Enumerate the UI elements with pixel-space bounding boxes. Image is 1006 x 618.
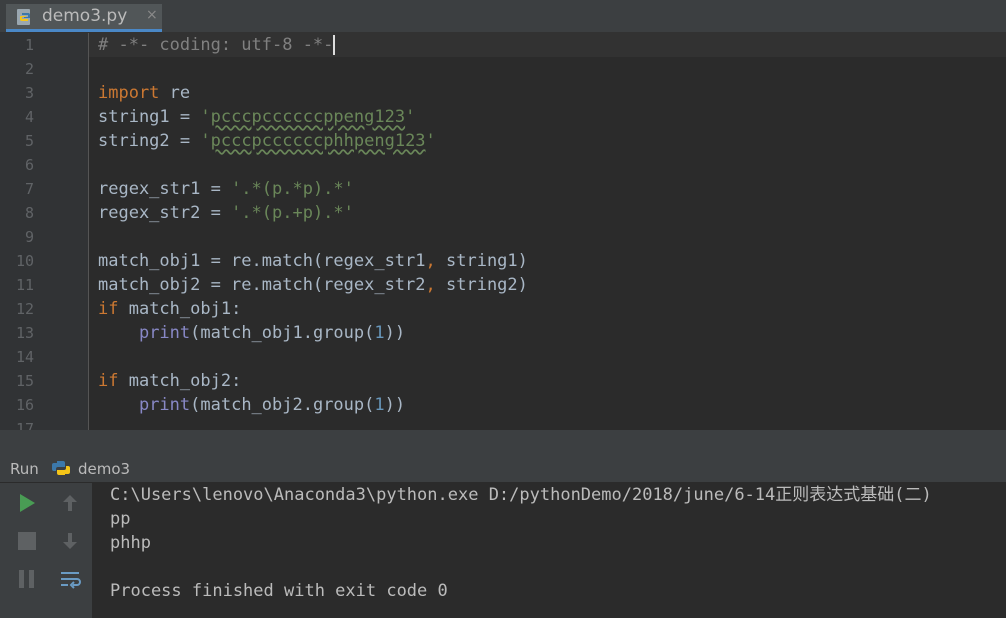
editor-tab-bar: demo3.py × [0, 0, 1006, 33]
code-line: # -*- coding: utf-8 -*- [98, 33, 336, 57]
console-line: C:\Users\lenovo\Anaconda3\python.exe D:/… [110, 485, 932, 505]
line-number: 9 [24, 228, 34, 246]
code-token: # -*- coding: utf-8 -*- [98, 35, 334, 55]
code-line: regex_str2 = '.*(p.+p).*' [98, 201, 354, 225]
code-token: regex_str1 = [98, 179, 232, 199]
python-file-icon [17, 9, 30, 25]
close-tab-icon[interactable]: × [146, 7, 158, 23]
code-token: '.*(p.+p).*' [231, 203, 354, 223]
console-line: phhp [110, 533, 151, 553]
line-number: 14 [15, 348, 34, 366]
line-number: 10 [15, 252, 34, 270]
scroll-up-arrow-icon[interactable] [58, 491, 82, 515]
console-line: Process finished with exit code 0 [110, 581, 448, 601]
code-token: 1 [374, 395, 385, 415]
code-token: , [425, 251, 436, 271]
code-token: match_obj2: [118, 371, 242, 391]
panel-divider [0, 430, 1006, 456]
code-token: '.*(p.*p).*' [231, 179, 354, 199]
code-token: pcccpccccccppeng123 [210, 107, 406, 127]
scroll-down-arrow-icon[interactable] [58, 529, 82, 553]
text-caret [333, 35, 336, 55]
pause-icon[interactable] [15, 567, 39, 591]
tab-title: demo3.py [42, 6, 128, 26]
code-token: 1 [374, 323, 385, 343]
code-token: string1) [435, 251, 528, 271]
code-token: , [425, 275, 436, 295]
line-number: 15 [15, 372, 34, 390]
code-token: pcccpccccccphhpeng123 [210, 131, 426, 151]
line-number: 8 [24, 204, 34, 222]
code-line: import re [98, 81, 190, 105]
run-tool-window-header: Run demo3 [0, 456, 1006, 483]
line-number: 13 [15, 324, 34, 342]
code-line: if match_obj2: [98, 369, 241, 393]
line-number: 16 [15, 396, 34, 414]
code-token: ' [405, 107, 416, 127]
code-token: print [138, 323, 191, 343]
code-token: ' [200, 107, 211, 127]
code-line: string1 = 'pcccpccccccppeng123' [98, 105, 415, 129]
rerun-play-icon[interactable] [15, 491, 39, 515]
line-number: 7 [24, 180, 34, 198]
line-number: 17 [15, 420, 34, 430]
console-line: pp [110, 509, 131, 529]
code-line: string2 = 'pcccpccccccphhpeng123' [98, 129, 436, 153]
line-number: 11 [15, 276, 34, 294]
code-token: re [159, 83, 191, 103]
code-token: )) [384, 323, 406, 343]
code-token: (match_obj1.group( [190, 323, 375, 343]
code-token: (match_obj2.group( [190, 395, 375, 415]
code-line: regex_str1 = '.*(p.*p).*' [98, 177, 354, 201]
run-config-name[interactable]: demo3 [78, 460, 130, 478]
stop-icon[interactable] [15, 529, 39, 553]
line-number: 3 [24, 84, 34, 102]
line-number: 2 [24, 60, 34, 78]
code-token: string1 = [98, 107, 201, 127]
python-run-config-icon [52, 461, 70, 475]
soft-wrap-icon[interactable] [58, 567, 82, 591]
code-token: if [98, 371, 119, 391]
code-token: import [98, 83, 160, 103]
code-editor[interactable]: 1 2 3 4 5 6 7 8 9 10 11 12 13 14 15 16 17 # -*- coding: … [0, 33, 1006, 430]
code-token: match_obj1 = re.match(regex_str1 [98, 251, 426, 271]
code-token: )) [384, 395, 406, 415]
run-toolbar [0, 483, 92, 618]
code-line: match_obj2 = re.match(regex_str2, string… [98, 273, 528, 297]
code-line: print(match_obj1.group(1)) [98, 321, 405, 345]
line-number: 5 [24, 132, 34, 150]
code-token: match_obj1: [118, 299, 242, 319]
run-label[interactable]: Run [10, 460, 39, 478]
line-number-gutter: 1 2 3 4 5 6 7 8 9 10 11 12 13 14 15 16 17 [0, 33, 89, 430]
code-token: if [98, 299, 119, 319]
code-token: regex_str2 = [98, 203, 232, 223]
code-line: if match_obj1: [98, 297, 241, 321]
run-panel: C:\Users\lenovo\Anaconda3\python.exe D:/… [0, 483, 1006, 618]
tab-demo3-py[interactable]: demo3.py × [6, 4, 162, 32]
code-token: string2) [435, 275, 528, 295]
line-number: 1 [24, 36, 34, 54]
code-token: ' [425, 131, 436, 151]
line-number: 6 [24, 156, 34, 174]
code-line: print(match_obj2.group(1)) [98, 393, 405, 417]
line-number: 4 [24, 108, 34, 126]
line-number: 12 [15, 300, 34, 318]
code-token: match_obj2 = re.match(regex_str2 [98, 275, 426, 295]
code-line: match_obj1 = re.match(regex_str1, string… [98, 249, 528, 273]
code-token: string2 = [98, 131, 201, 151]
code-token: ' [200, 131, 211, 151]
code-token: print [138, 395, 191, 415]
